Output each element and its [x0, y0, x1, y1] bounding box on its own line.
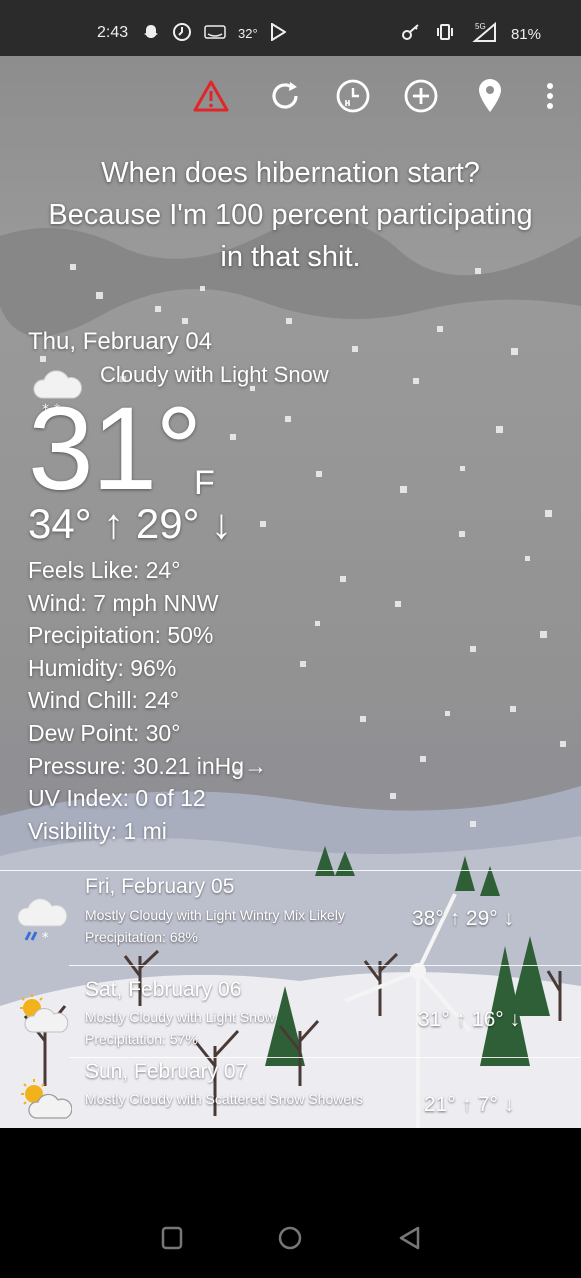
location-pin-icon	[479, 79, 501, 112]
play-store-icon	[270, 22, 287, 44]
history-icon	[336, 79, 370, 113]
forecast-day-label: Sat, February 06	[85, 978, 242, 1001]
quote-line: Because I'm 100 percent participating	[48, 199, 533, 231]
vibrate-icon	[435, 22, 455, 46]
forecast-description: Mostly Cloudy with Light Wintry Mix Like…	[85, 904, 365, 948]
temperature-unit: F	[194, 464, 215, 502]
add-location-button[interactable]	[401, 76, 441, 116]
snarky-quote: When does hibernation start? Because I'm…	[20, 152, 561, 278]
forecast-high-low: 31° ↑ 16° ↓	[418, 1008, 521, 1031]
svg-text:5G: 5G	[475, 22, 486, 31]
current-conditions: Thu, February 04 * * Cloudy with Light S…	[28, 328, 428, 844]
toolbar	[0, 76, 581, 116]
forecast-condition: Mostly Cloudy with Scattered Snow Shower…	[85, 1091, 363, 1107]
key-icon	[401, 23, 421, 45]
current-date: Thu, February 04	[28, 328, 213, 355]
forecast-high-low: 38° ↑ 29° ↓	[412, 907, 515, 930]
detail-wind-chill: Wind Chill: 24°	[28, 687, 180, 714]
cloud-wintry-mix-icon: *	[17, 898, 68, 944]
daily-forecast: * Fri, February 05 Mostly Cloudy with Li…	[0, 870, 581, 1128]
forecast-description: Mostly Cloudy with Scattered Snow Shower…	[85, 1088, 365, 1110]
refresh-button[interactable]	[265, 76, 305, 116]
add-location-icon	[404, 79, 438, 113]
forecast-day-label: Fri, February 05	[85, 875, 235, 898]
detail-pressure: Pressure: 30.21 inHg→	[28, 752, 268, 779]
forecast-divider	[69, 1057, 581, 1058]
forecast-day-label: Sun, February 07	[85, 1060, 248, 1083]
detail-feels-like: Feels Like: 24°	[28, 557, 181, 583]
forecast-divider	[69, 965, 581, 966]
forecast-description: Mostly Cloudy with Light Snow Precipitat…	[85, 1006, 365, 1050]
back-button-icon	[399, 1226, 420, 1250]
current-temperature: 31°	[28, 383, 202, 515]
home-button[interactable]	[276, 1224, 304, 1252]
forecast-high-low: 21° ↑ 7° ↓	[424, 1093, 515, 1116]
temp-badge: 32°	[238, 26, 258, 41]
sun-cloud-icon	[21, 1079, 72, 1119]
status-bar: 2:43 32° 5G 81%	[0, 0, 581, 56]
signal-icon: 5G	[469, 21, 497, 46]
forecast-precipitation: Precipitation: 57%	[85, 1031, 198, 1047]
forecast-condition: Mostly Cloudy with Light Snow	[85, 1009, 275, 1025]
navigation-bar	[0, 1128, 581, 1278]
amazon-icon	[204, 25, 226, 42]
partly-sunny-cloud-icon	[20, 994, 69, 1033]
forecast-precipitation: Precipitation: 68%	[85, 929, 198, 945]
current-details: Feels Like: 24° Wind: 7 mph NNW Precipit…	[28, 554, 267, 847]
snapchat-icon	[142, 23, 160, 44]
detail-visibility: Visibility: 1 mi	[28, 817, 167, 844]
quote-line: in that shit.	[220, 241, 361, 273]
clock-icon	[172, 22, 192, 45]
history-button[interactable]	[333, 76, 373, 116]
detail-wind: Wind: 7 mph NNW	[28, 589, 219, 616]
detail-humidity: Humidity: 96%	[28, 654, 177, 681]
battery-percent: 81%	[510, 25, 541, 43]
home-button-icon	[278, 1226, 302, 1250]
refresh-icon	[272, 82, 298, 109]
detail-precipitation: Precipitation: 50%	[28, 622, 214, 649]
recents-button[interactable]	[158, 1224, 186, 1252]
alert-icon	[193, 80, 229, 112]
recents-button-icon	[161, 1226, 183, 1250]
status-time: 2:43	[97, 24, 129, 41]
location-button[interactable]	[470, 76, 510, 116]
high-low-temps: 34° ↑ 29° ↓	[28, 500, 233, 547]
detail-dew-point: Dew Point: 30°	[28, 719, 181, 746]
more-icon	[547, 83, 553, 109]
more-options-button[interactable]	[530, 76, 570, 116]
detail-uv-index: UV Index: 0 of 12	[28, 785, 206, 812]
alert-button[interactable]	[191, 76, 231, 116]
weather-scene: When does hibernation start? Because I'm…	[0, 56, 581, 1128]
quote-line: When does hibernation start?	[101, 157, 480, 189]
back-button[interactable]	[396, 1224, 424, 1252]
svg-text:*: *	[42, 931, 49, 944]
forecast-divider	[0, 870, 581, 871]
forecast-condition: Mostly Cloudy with Light Wintry Mix Like…	[85, 907, 345, 923]
